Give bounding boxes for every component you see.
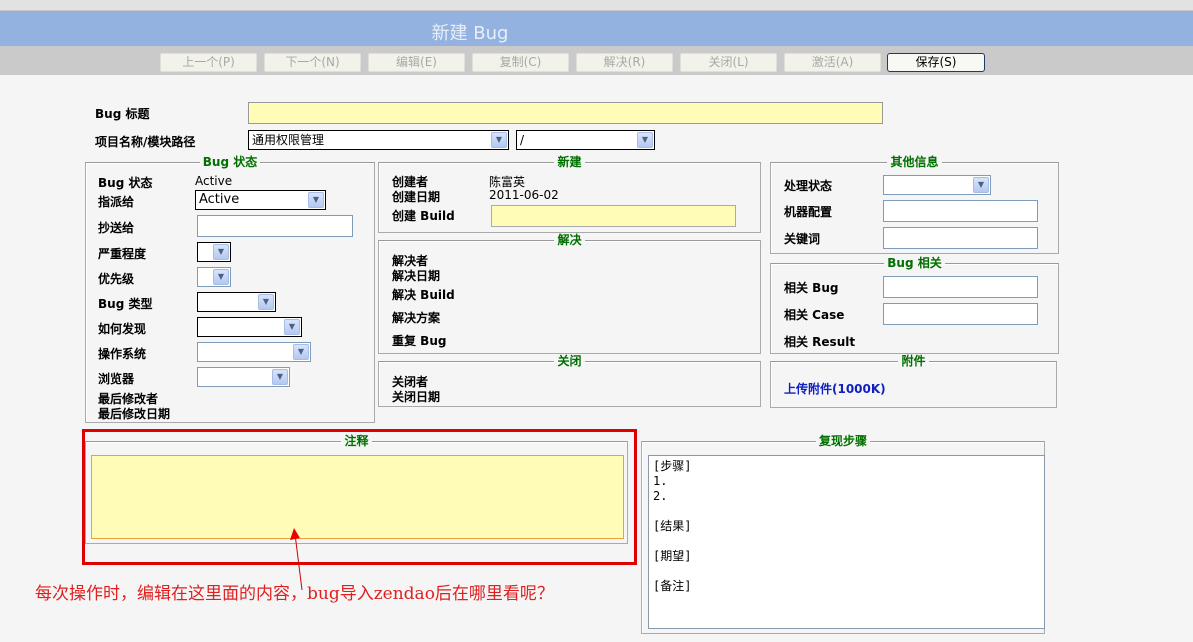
- solution-label: 解决方案: [392, 311, 441, 325]
- page-header: 新建 Bug: [0, 11, 1193, 46]
- chevron-down-icon: ▼: [213, 269, 229, 285]
- priority-select[interactable]: ▼: [197, 267, 231, 287]
- type-select[interactable]: ▼: [197, 292, 276, 312]
- how-found-select[interactable]: ▼: [197, 317, 302, 337]
- section-legend: Bug 相关: [884, 256, 945, 270]
- chevron-down-icon: ▼: [308, 192, 324, 208]
- keyword-label: 关键词: [784, 232, 821, 246]
- resolved-build-label: 解决 Build: [392, 288, 455, 302]
- section-legend: 其他信息: [887, 155, 942, 169]
- status-label: Bug 状态: [98, 176, 153, 190]
- page-title: 新建 Bug: [431, 23, 509, 44]
- machine-label: 机器配置: [784, 205, 833, 219]
- section-legend: 附件: [898, 354, 929, 368]
- assign-select[interactable]: Active ▼: [195, 190, 326, 210]
- section-legend: 复现步骤: [815, 434, 870, 448]
- module-value: /: [520, 133, 525, 147]
- severity-label: 严重程度: [98, 247, 147, 261]
- cc-input[interactable]: [197, 215, 353, 237]
- resolved-date-label: 解决日期: [392, 269, 441, 283]
- chevron-down-icon: ▼: [213, 244, 229, 260]
- state-label: 处理状态: [784, 179, 833, 193]
- assign-value: Active: [199, 192, 240, 207]
- created-build-label: 创建 Build: [392, 209, 455, 223]
- cc-label: 抄送给: [98, 221, 135, 235]
- keyword-input[interactable]: [883, 227, 1038, 249]
- browser-label: 浏览器: [98, 372, 135, 386]
- section-legend: 解决: [554, 233, 585, 247]
- chevron-down-icon: ▼: [491, 132, 507, 148]
- resolve-button[interactable]: 解决(R): [576, 53, 673, 72]
- prev-button[interactable]: 上一个(P): [160, 53, 257, 72]
- chevron-down-icon: ▼: [973, 177, 989, 193]
- machine-input[interactable]: [883, 200, 1038, 222]
- section-legend: 注释: [341, 434, 372, 448]
- assign-label: 指派给: [98, 195, 135, 209]
- closed-date-label: 关闭日期: [392, 390, 441, 404]
- section-legend: Bug 状态: [199, 155, 261, 169]
- notes-textarea[interactable]: [91, 455, 624, 539]
- chevron-down-icon: ▼: [637, 132, 653, 148]
- chevron-down-icon: ▼: [258, 294, 274, 310]
- repro-steps-textarea[interactable]: [步骤] 1. 2. [结果] [期望] [备注]: [648, 455, 1045, 629]
- related-bug-label: 相关 Bug: [784, 281, 839, 295]
- priority-label: 优先级: [98, 272, 135, 286]
- type-label: Bug 类型: [98, 297, 153, 311]
- copy-button[interactable]: 复制(C): [472, 53, 569, 72]
- duplicate-bug-label: 重复 Bug: [392, 334, 447, 348]
- related-case-input[interactable]: [883, 303, 1038, 325]
- bug-title-input[interactable]: [248, 102, 883, 124]
- upload-attachment-link[interactable]: 上传附件(1000K): [784, 380, 886, 397]
- created-date-value: 2011-06-02: [489, 188, 559, 202]
- browser-bar: [0, 0, 1193, 11]
- severity-select[interactable]: ▼: [197, 242, 231, 262]
- chevron-down-icon: ▼: [293, 344, 309, 360]
- project-value: 通用权限管理: [252, 133, 325, 147]
- chevron-down-icon: ▼: [272, 369, 288, 385]
- annotation-text: 每次操作时，编辑在这里面的内容，bug导入zendao后在哪里看呢？: [35, 584, 554, 604]
- save-button[interactable]: 保存(S): [887, 53, 985, 72]
- toolbar: 上一个(P) 下一个(N) 编辑(E) 复制(C) 解决(R) 关闭(L) 激活…: [0, 46, 1193, 75]
- next-button[interactable]: 下一个(N): [264, 53, 361, 72]
- status-value: Active: [195, 174, 233, 188]
- last-date-label: 最后修改日期: [98, 407, 171, 421]
- how-found-label: 如何发现: [98, 322, 147, 336]
- related-case-label: 相关 Case: [784, 308, 845, 322]
- browser-select[interactable]: ▼: [197, 367, 290, 387]
- module-select[interactable]: / ▼: [516, 130, 655, 150]
- related-bug-input[interactable]: [883, 276, 1038, 298]
- state-select[interactable]: ▼: [883, 175, 991, 195]
- project-select[interactable]: 通用权限管理 ▼: [248, 130, 509, 150]
- section-legend: 关闭: [554, 354, 585, 368]
- created-build-input[interactable]: [491, 205, 736, 227]
- close-button[interactable]: 关闭(L): [680, 53, 777, 72]
- project-label: 项目名称/模块路径: [95, 135, 196, 149]
- edit-button[interactable]: 编辑(E): [368, 53, 465, 72]
- os-label: 操作系统: [98, 347, 147, 361]
- os-select[interactable]: ▼: [197, 342, 311, 362]
- chevron-down-icon: ▼: [284, 319, 300, 335]
- section-legend: 新建: [554, 155, 585, 169]
- bug-title-label: Bug 标题: [95, 107, 150, 121]
- created-date-label: 创建日期: [392, 190, 441, 204]
- activate-button[interactable]: 激活(A): [784, 53, 881, 72]
- related-result-label: 相关 Result: [784, 335, 856, 349]
